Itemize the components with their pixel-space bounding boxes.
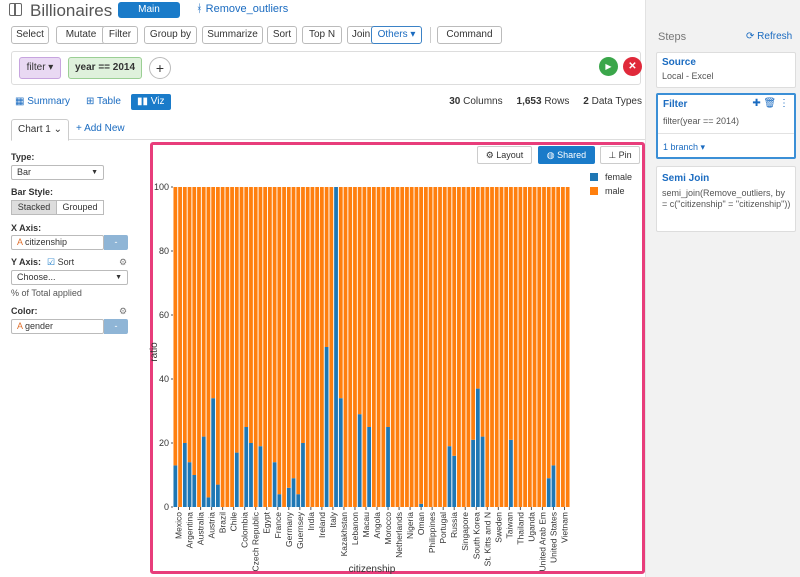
refresh-icon: ⟳ — [746, 31, 758, 42]
types-label: Data Types — [591, 96, 642, 107]
layout-button[interactable]: ⚙ Layout — [477, 146, 532, 164]
types-count: 2 — [583, 96, 589, 107]
filter-function-chip[interactable]: filter ▾ — [19, 57, 61, 79]
refresh-link[interactable]: ⟳ Refresh — [746, 31, 792, 42]
step-source-sub: Local - Excel — [662, 71, 714, 81]
top-bar: Billionaires Main ᚼ Remove_outliers — [0, 0, 645, 22]
tab-summary-label: Summary — [27, 96, 71, 107]
add-condition-button[interactable]: + — [149, 57, 171, 79]
rows-count: 1,653 — [516, 96, 542, 107]
columns-label: Columns — [463, 96, 503, 107]
layout-label: Layout — [496, 150, 524, 160]
trash-icon[interactable]: 🗑 — [764, 98, 777, 109]
run-button[interactable]: ▶ — [599, 57, 618, 76]
refresh-label: Refresh — [757, 31, 793, 42]
step-divider — [658, 133, 794, 134]
table-view-icon: ⊞ — [86, 96, 97, 107]
table-icon — [9, 3, 22, 16]
color-select[interactable]: A gender — [11, 319, 104, 334]
shared-label: Shared — [557, 150, 587, 160]
select-button[interactable]: Select — [11, 26, 49, 44]
y-axis-value: Choose... — [17, 272, 56, 282]
tab-table-label: Table — [96, 96, 121, 107]
others-dropdown[interactable]: Others ▾ — [371, 26, 422, 44]
step-filter-title: Filter — [663, 99, 688, 110]
grid-icon: ▦ — [15, 96, 28, 107]
step-source-title: Source — [662, 57, 696, 68]
tab-viz[interactable]: ▮▮ Viz — [131, 94, 171, 110]
command-button[interactable]: Command — [437, 26, 502, 44]
x-axis-options-button[interactable]: - — [104, 235, 128, 250]
pin-button[interactable]: ⊥ Pin — [600, 146, 640, 164]
branch-dropdown[interactable]: 1 branch ▾ — [663, 142, 705, 153]
branch-icon: ᚼ — [196, 3, 206, 15]
color-label: Color: — [11, 306, 38, 316]
rows-label: Rows — [544, 96, 570, 107]
step-filter-sub: filter(year == 2014) — [663, 116, 740, 126]
gear-icon[interactable]: ⚙ — [119, 257, 127, 268]
tab-table[interactable]: ⊞ Table — [86, 94, 121, 110]
shared-button[interactable]: ◍ Shared — [538, 146, 595, 164]
pin-label: Pin — [618, 150, 632, 160]
chart-tabs: Chart 1 ⌄ + Add New — [11, 118, 645, 141]
y-axis-select[interactable]: Choose... ▼ — [11, 270, 128, 285]
globe-icon: ◍ — [546, 150, 558, 160]
app-title: Billionaires — [30, 1, 113, 20]
caret-down-icon: ▼ — [91, 169, 98, 176]
tab-remove-outliers[interactable]: ᚼ Remove_outliers — [196, 3, 288, 15]
color-options-button[interactable]: - — [104, 319, 128, 334]
top-n-button[interactable]: Top N — [302, 26, 342, 44]
step-semi-join[interactable]: Semi Join semi_join(Remove_outliers, by … — [656, 166, 796, 232]
bar-style-label: Bar Style: — [11, 187, 54, 197]
tab-main[interactable]: Main — [118, 2, 180, 18]
pin-icon: ⊥ — [608, 150, 619, 160]
step-semi-join-sub: semi_join(Remove_outliers, by = c("citiz… — [662, 188, 791, 209]
add-icon[interactable]: ✚ — [752, 98, 760, 109]
stacked-toggle[interactable]: Stacked — [11, 200, 57, 215]
chart-type-value: Bar — [17, 167, 32, 177]
branch-tab-label: Remove_outliers — [205, 3, 289, 15]
step-source[interactable]: Source Local - Excel — [656, 52, 796, 88]
step-semi-join-title: Semi Join — [662, 173, 710, 184]
steps-panel: Steps ⟳ Refresh Source Local - Excel Fil… — [645, 0, 800, 577]
sort-button[interactable]: Sort — [267, 26, 297, 44]
step-editor-bar: filter ▾ year == 2014 + — [11, 51, 641, 85]
cancel-button[interactable]: ✕ — [623, 57, 642, 76]
group-by-button[interactable]: Group by — [144, 26, 197, 44]
bar-chart-icon: ▮▮ — [137, 96, 151, 107]
chart-area — [150, 142, 645, 574]
more-icon[interactable]: ⋮ — [779, 98, 789, 109]
x-axis-label: X Axis: — [11, 223, 42, 233]
gear-icon: ⚙ — [485, 150, 497, 160]
summarize-button[interactable]: Summarize — [202, 26, 263, 44]
caret-down-icon: ▼ — [115, 274, 122, 281]
steps-title: Steps — [658, 31, 687, 43]
sort-checkbox[interactable]: ☑ Sort — [47, 257, 74, 268]
tab-viz-label: Viz — [150, 96, 165, 107]
tab-chart-1[interactable]: Chart 1 ⌄ — [11, 119, 69, 141]
sort-label: Sort — [57, 257, 75, 267]
mutate-button[interactable]: Mutate — [56, 26, 106, 44]
columns-count: 30 — [449, 96, 461, 107]
checkbox-checked-icon: ☑ — [47, 257, 56, 267]
y-axis-note: % of Total applied — [11, 288, 82, 298]
gear-icon[interactable]: ⚙ — [119, 306, 127, 317]
character-type-icon: A — [17, 321, 26, 331]
x-axis-select[interactable]: A citizenship — [11, 235, 104, 250]
filter-condition-chip[interactable]: year == 2014 — [68, 57, 142, 79]
filter-button[interactable]: Filter — [102, 26, 138, 44]
x-axis-value: citizenship — [25, 237, 68, 247]
tab-summary[interactable]: ▦ Summary — [15, 94, 70, 110]
type-label: Type: — [11, 152, 35, 162]
add-chart-link[interactable]: + Add New — [76, 123, 125, 134]
grouped-toggle[interactable]: Grouped — [56, 200, 104, 215]
step-filter[interactable]: Filter ✚ 🗑 ⋮ filter(year == 2014) 1 bran… — [656, 93, 796, 159]
color-value: gender — [25, 321, 54, 331]
y-axis-label: Y Axis: — [11, 257, 42, 267]
toolbar-divider — [430, 27, 431, 43]
character-type-icon: A — [17, 237, 26, 247]
step-actions: ✚ 🗑 ⋮ — [752, 98, 789, 109]
data-stats: 30 Columns 1,653 Rows 2 Data Types — [449, 96, 642, 107]
chart-type-select[interactable]: Bar ▼ — [11, 165, 104, 180]
